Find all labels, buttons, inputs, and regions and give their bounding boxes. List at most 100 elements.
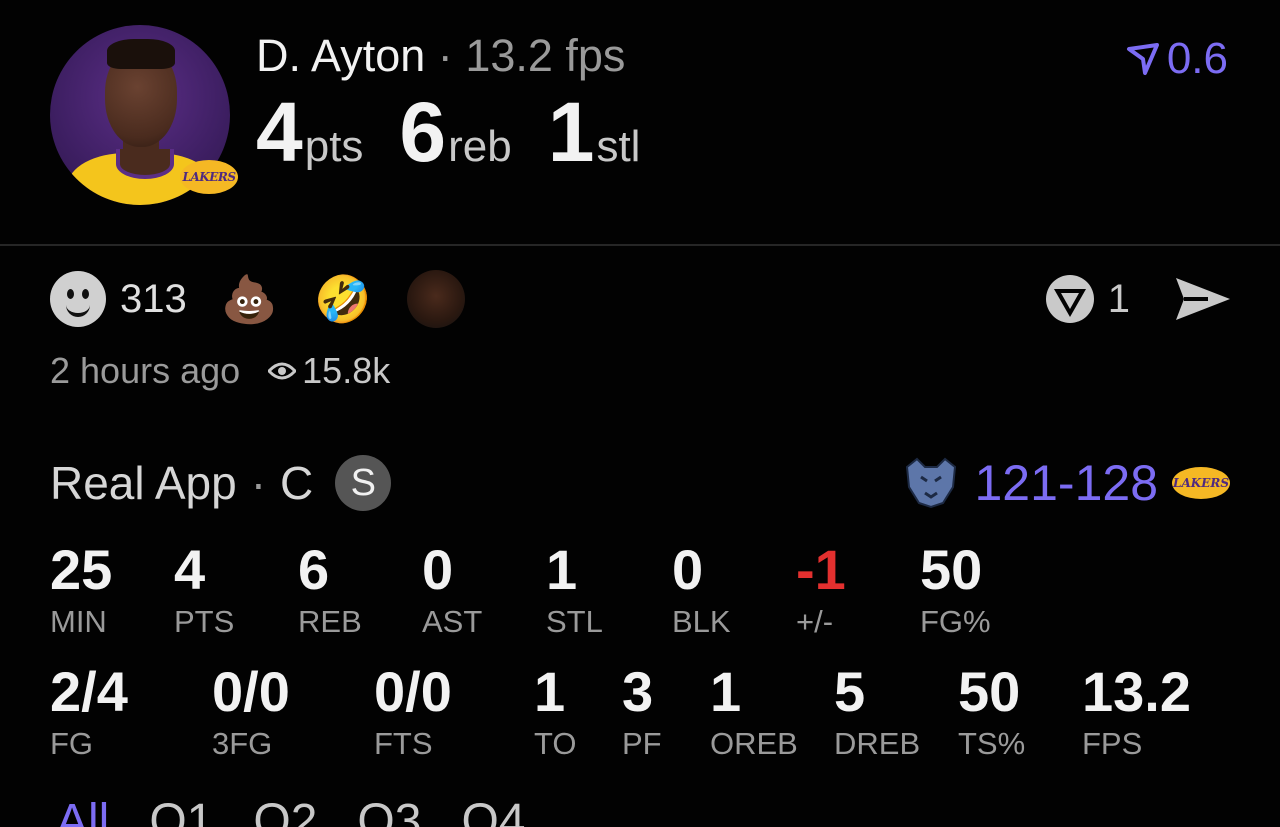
stat-label: FPS <box>1082 726 1143 761</box>
stat-value: 6 <box>298 538 330 601</box>
stat-label: PTS <box>174 604 235 639</box>
stat-label: +/- <box>796 604 834 639</box>
smiley-eye-right <box>82 289 89 299</box>
stat-fg-pct: 50 FG% <box>920 538 991 640</box>
stat-label: OREB <box>710 726 798 761</box>
tab-q3[interactable]: Q3 <box>357 794 421 827</box>
stat-value: 5 <box>834 660 866 723</box>
hair-shape <box>107 39 175 69</box>
quarter-tabs: All Q1 Q2 Q3 Q4 <box>56 794 565 827</box>
position-label: C <box>280 457 314 509</box>
smiley-eye-left <box>67 289 74 299</box>
stat-value: 1 <box>546 538 578 601</box>
game-separator: · <box>250 457 267 509</box>
headline-pts-value: 4 <box>256 85 303 179</box>
header-divider <box>0 244 1280 246</box>
stat-pts: 4 PTS <box>174 538 234 640</box>
vote-count: 1 <box>1107 276 1130 321</box>
stat-label: BLK <box>672 604 731 639</box>
stat-label: PF <box>622 726 662 761</box>
rofl-emoji[interactable]: 🤣 <box>314 276 371 322</box>
smiley-mouth <box>66 301 90 317</box>
grizzlies-logo-icon <box>905 457 956 509</box>
tab-q2[interactable]: Q2 <box>253 794 317 827</box>
stat-fg: 2/4 FG <box>50 660 128 762</box>
stat-value: 0/0 <box>374 660 452 723</box>
stat-label: TO <box>534 726 577 761</box>
eye-icon <box>268 362 297 380</box>
collar-shape <box>116 149 174 179</box>
tab-q4[interactable]: Q4 <box>461 794 525 827</box>
poop-emoji[interactable]: 💩 <box>221 276 278 322</box>
status-badge[interactable]: S <box>335 455 392 511</box>
post-meta: 2 hours ago 15.8k <box>50 350 390 392</box>
stat-value: 25 <box>50 538 113 601</box>
stat-min: 25 MIN <box>50 538 112 640</box>
tab-q1[interactable]: Q1 <box>149 794 213 827</box>
stat-value: 0 <box>422 538 454 601</box>
stat-ast: 0 AST <box>422 538 482 640</box>
headline-reb-unit: reb <box>448 122 512 171</box>
actions-bar: 1 <box>1042 270 1232 328</box>
stat-fps: 13.2 FPS <box>1082 660 1191 762</box>
reactions-bar: 313 💩 🤣 <box>50 268 466 330</box>
stat-label: REB <box>298 604 362 639</box>
score-value: 121-128 <box>974 455 1159 511</box>
stat-label: TS% <box>958 726 1026 761</box>
stat-value: 50 <box>958 660 1021 723</box>
stat-to: 1 TO <box>534 660 577 762</box>
player-face-emoji[interactable] <box>407 270 466 328</box>
trend-value: 0.6 <box>1166 34 1228 83</box>
stat-value: 0/0 <box>212 660 290 723</box>
stat-ts-pct: 50 TS% <box>958 660 1025 762</box>
stat-label: DREB <box>834 726 921 761</box>
time-ago: 2 hours ago <box>50 350 241 391</box>
stat-value: 2/4 <box>50 660 128 723</box>
lakers-logo-icon: LAKERS <box>1172 467 1230 499</box>
stat-label: STL <box>546 604 603 639</box>
player-name[interactable]: D. Ayton <box>256 30 425 81</box>
stat-3fg: 0/0 3FG <box>212 660 290 762</box>
smiley-icon[interactable] <box>50 271 106 327</box>
stat-value: 13.2 <box>1082 660 1191 723</box>
stat-value: 1 <box>710 660 742 723</box>
game-score[interactable]: 121-128 LAKERS <box>903 454 1230 512</box>
reaction-count: 313 <box>120 276 187 321</box>
stat-label: 3FG <box>212 726 273 761</box>
player-fps: 13.2 fps <box>465 30 626 81</box>
stat-value: -1 <box>796 538 846 601</box>
headline-stl-value: 1 <box>547 85 595 179</box>
share-icon[interactable] <box>1174 274 1232 324</box>
down-arrow-icon <box>1126 43 1159 75</box>
stat-oreb: 1 OREB <box>710 660 798 762</box>
stat-label: MIN <box>50 604 107 639</box>
headline-reb-value: 6 <box>399 85 447 179</box>
stat-label: FTS <box>374 726 433 761</box>
stat-fts: 0/0 FTS <box>374 660 452 762</box>
lakers-logo-icon: LAKERS <box>180 160 238 194</box>
stat-value: 1 <box>534 660 566 723</box>
player-name-line: D. Ayton · 13.2 fps <box>256 30 625 82</box>
game-info: Real App · C S <box>50 455 392 511</box>
trend-indicator[interactable]: 0.6 <box>1125 34 1228 84</box>
stat-label: FG% <box>920 604 991 639</box>
stat-value: 0 <box>672 538 704 601</box>
stat-value: 50 <box>920 538 983 601</box>
stat-pf: 3 PF <box>622 660 662 762</box>
headline-stats: 4pts 6reb 1stl <box>256 90 676 174</box>
view-count: 15.8k <box>302 350 391 391</box>
stat-dreb: 5 DREB <box>834 660 920 762</box>
stat-label: FG <box>50 726 94 761</box>
tab-all[interactable]: All <box>56 794 109 827</box>
league-label: Real App <box>50 457 237 509</box>
vote-icon[interactable] <box>1042 271 1098 327</box>
headline-pts-unit: pts <box>304 122 364 171</box>
stat-value: 3 <box>622 660 654 723</box>
stat-stl: 1 STL <box>546 538 603 640</box>
name-separator: · <box>437 30 453 81</box>
stat-value: 4 <box>174 538 206 601</box>
stat-reb: 6 REB <box>298 538 362 640</box>
stat-blk: 0 BLK <box>672 538 731 640</box>
player-game-card: LAKERS D. Ayton · 13.2 fps 4pts 6reb 1stl … <box>0 0 1280 827</box>
stat-plus-minus: -1 +/- <box>796 538 846 640</box>
